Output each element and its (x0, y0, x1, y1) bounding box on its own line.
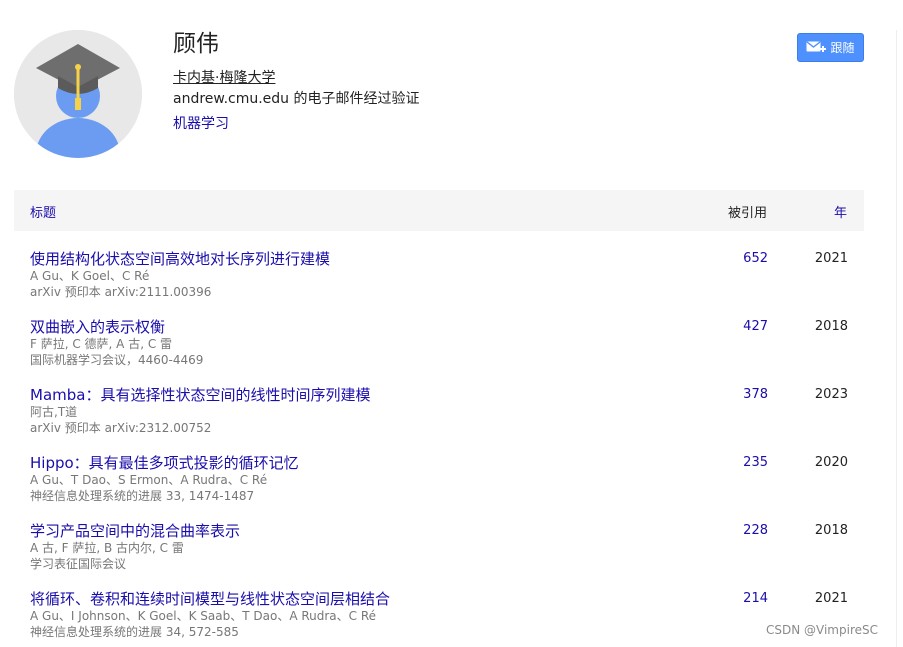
paper-title-link[interactable]: Hippo：具有最佳多项式投影的循环记忆 (30, 453, 299, 473)
paper-authors: 阿古,T道 (30, 405, 78, 419)
header-title-sort[interactable]: 标题 (30, 202, 56, 221)
profile-affiliation-link[interactable]: 卡内基·梅隆大学 (173, 69, 275, 87)
paper-year: 2021 (814, 591, 848, 606)
paper-year: 2018 (814, 319, 848, 334)
profile-email-verified: andrew.cmu.edu 的电子邮件经过验证 (173, 91, 420, 107)
envelope-plus-icon (806, 40, 827, 52)
paper-venue: arXiv 预印本 arXiv:2312.00752 (30, 421, 212, 435)
paper-year: 2023 (814, 387, 848, 402)
paper-cited-link[interactable]: 652 (704, 251, 768, 267)
table-row: 双曲嵌入的表示权衡 F 萨拉, C 德萨, A 古, C 雷 国际机器学习会议，… (14, 317, 864, 385)
scholar-profile-page: 顾伟 卡内基·梅隆大学 andrew.cmu.edu 的电子邮件经过验证 机器学… (0, 0, 903, 647)
paper-title-link[interactable]: Mamba：具有选择性状态空间的线性时间序列建模 (30, 385, 370, 405)
paper-title-link[interactable]: 使用结构化状态空间高效地对长序列进行建模 (30, 249, 330, 269)
paper-authors: A Gu、I Johnson、K Goel、K Saab、T Dao、A Rud… (30, 609, 377, 623)
paper-venue: 学习表征国际会议 (30, 557, 127, 571)
profile-interest-link[interactable]: 机器学习 (173, 115, 229, 133)
table-row: 使用结构化状态空间高效地对长序列进行建模 A Gu、K Goel、C Ré ar… (14, 249, 864, 317)
paper-title-link[interactable]: 双曲嵌入的表示权衡 (30, 317, 165, 337)
avatar (14, 30, 142, 158)
paper-venue: arXiv 预印本 arXiv:2111.00396 (30, 285, 212, 299)
table-row: Hippo：具有最佳多项式投影的循环记忆 A Gu、T Dao、S Ermon、… (14, 453, 864, 521)
paper-venue: 神经信息处理系统的进展 34, 572-585 (30, 625, 239, 639)
follow-button[interactable]: 跟随 (797, 33, 864, 62)
header-cited-sort[interactable]: 被引用 (728, 202, 767, 221)
paper-authors: A Gu、K Goel、C Ré (30, 269, 150, 283)
paper-year: 2018 (814, 523, 848, 538)
paper-cited-link[interactable]: 235 (704, 455, 768, 471)
header-year-sort[interactable]: 年 (834, 202, 847, 221)
paper-authors: A 古, F 萨拉, B 古内尔, C 雷 (30, 541, 184, 555)
paper-authors: F 萨拉, C 德萨, A 古, C 雷 (30, 337, 173, 351)
paper-year: 2021 (814, 251, 848, 266)
follow-button-label: 跟随 (830, 41, 855, 55)
table-row: 学习产品空间中的混合曲率表示 A 古, F 萨拉, B 古内尔, C 雷 学习表… (14, 521, 864, 589)
paper-title-link[interactable]: 学习产品空间中的混合曲率表示 (30, 521, 240, 541)
graduate-avatar-icon (14, 30, 142, 158)
paper-cited-link[interactable]: 228 (704, 523, 768, 539)
paper-cited-link[interactable]: 427 (704, 319, 768, 335)
watermark: CSDN @VimpireSC (766, 623, 878, 637)
table-row: 将循环、卷积和连续时间模型与线性状态空间层相结合 A Gu、I Johnson、… (14, 589, 864, 647)
table-header: 标题 被引用 年 (14, 190, 864, 231)
paper-venue: 国际机器学习会议，4460-4469 (30, 353, 204, 367)
paper-title-link[interactable]: 将循环、卷积和连续时间模型与线性状态空间层相结合 (30, 589, 390, 609)
paper-year: 2020 (814, 455, 848, 470)
paper-cited-link[interactable]: 378 (704, 387, 768, 403)
paper-venue: 神经信息处理系统的进展 33, 1474-1487 (30, 489, 255, 503)
divider (896, 30, 897, 647)
table-row: Mamba：具有选择性状态空间的线性时间序列建模 阿古,T道 arXiv 预印本… (14, 385, 864, 453)
profile-name: 顾伟 (173, 31, 219, 57)
paper-cited-link[interactable]: 214 (704, 591, 768, 607)
paper-authors: A Gu、T Dao、S Ermon、A Rudra、C Ré (30, 473, 268, 487)
